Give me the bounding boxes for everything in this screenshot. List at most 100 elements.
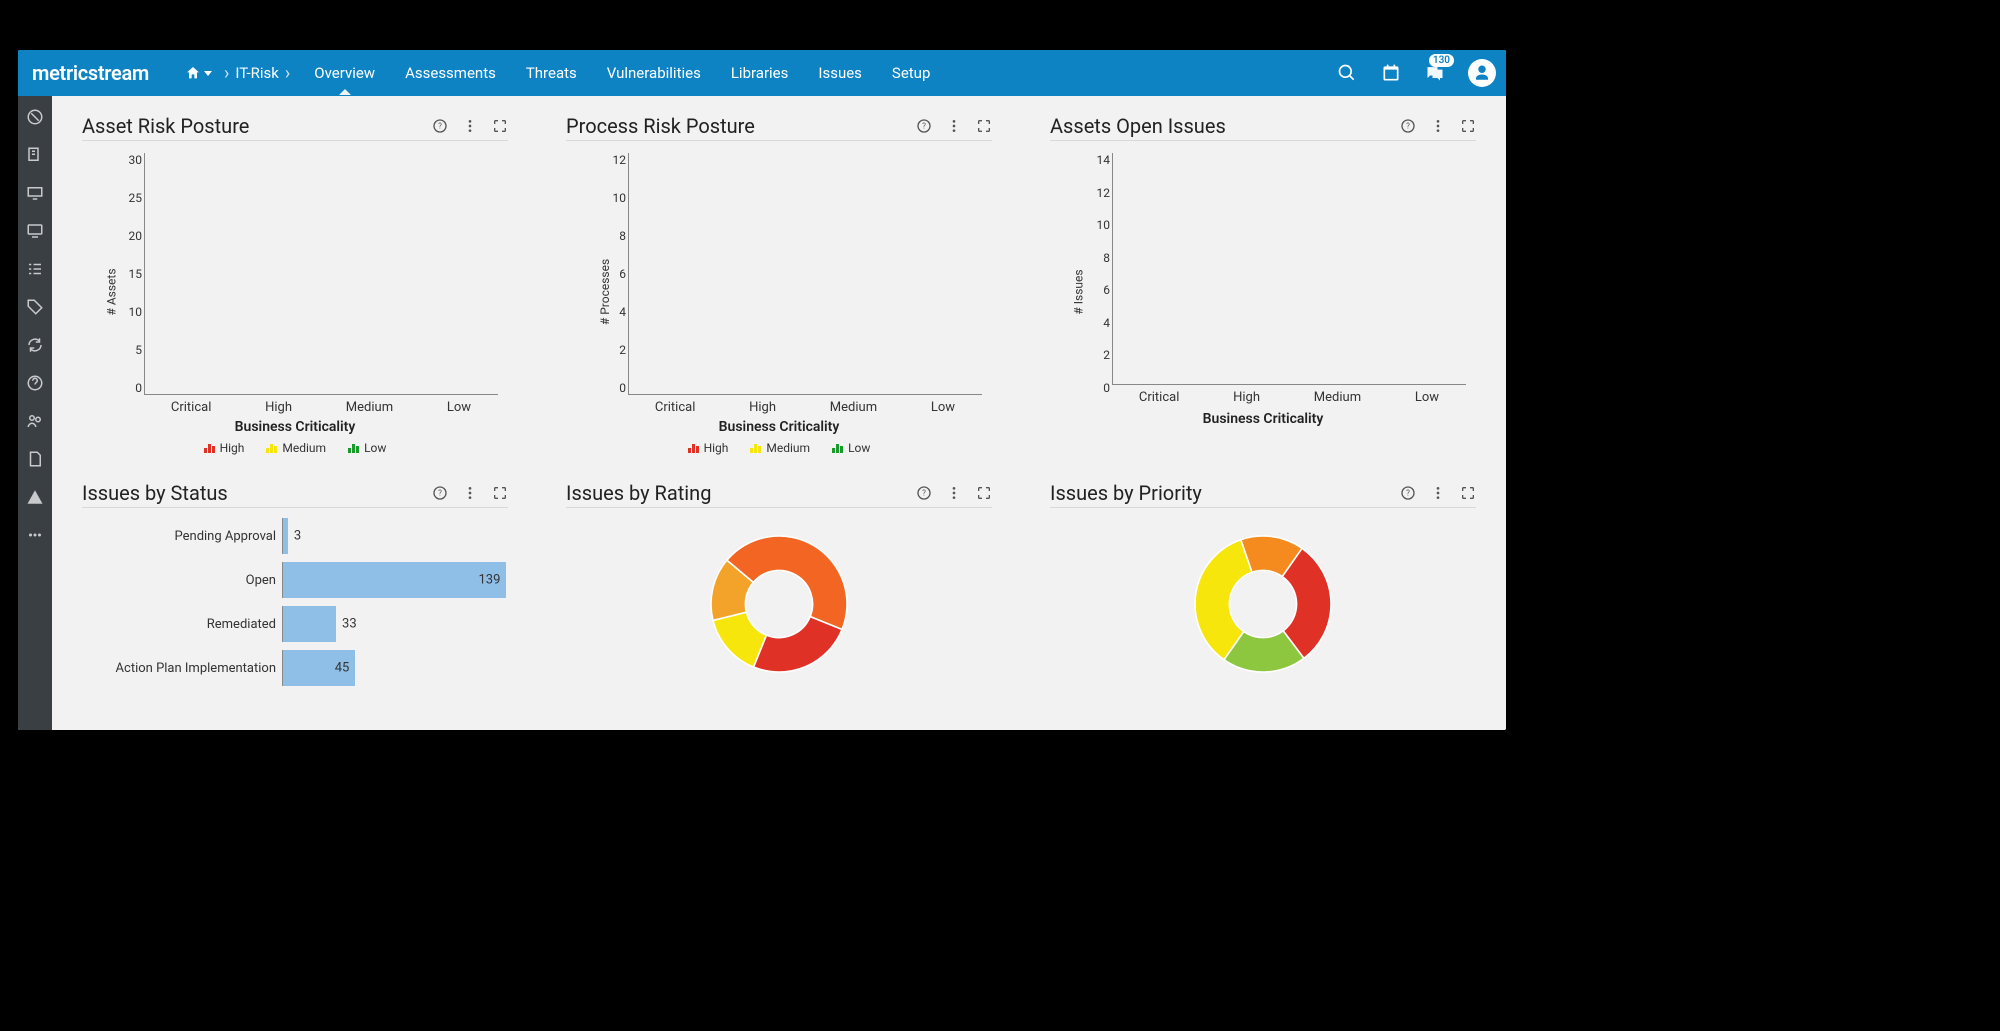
x-axis-labels: CriticalHighMediumLow [628, 400, 982, 415]
expand-icon[interactable] [492, 118, 508, 134]
expand-icon[interactable] [492, 485, 508, 501]
x-axis-labels: CriticalHighMediumLow [1112, 390, 1466, 405]
nav-libraries[interactable]: Libraries [729, 52, 791, 94]
breadcrumb-item[interactable]: IT-Risk [235, 64, 279, 82]
legend-item[interactable]: Medium [266, 441, 326, 455]
expand-icon[interactable] [1460, 485, 1476, 501]
legend-item[interactable]: High [688, 441, 729, 455]
svg-text:?: ? [922, 489, 926, 498]
svg-text:?: ? [1406, 122, 1410, 131]
more-icon[interactable] [462, 118, 478, 134]
nav-vulnerabilities[interactable]: Vulnerabilities [605, 52, 703, 94]
more-icon[interactable] [462, 485, 478, 501]
hbar-row[interactable]: Action Plan Implementation45 [82, 646, 508, 690]
legend-item[interactable]: Low [348, 441, 386, 455]
card-title: Process Risk Posture [566, 114, 755, 138]
main-content: Asset Risk Posture ? # Assets30252015105… [52, 96, 1506, 730]
sidebar [18, 96, 52, 730]
hbar-row[interactable]: Pending Approval3 [82, 514, 508, 558]
sidebar-item-help[interactable] [26, 374, 44, 392]
card-assets-open-issues: Assets Open Issues ? # Issues14121086420… [1030, 96, 1496, 463]
sidebar-item-reports[interactable] [26, 146, 44, 164]
chart-assets-open: # Issues14121086420CriticalHighMediumLow… [1050, 147, 1476, 437]
search-icon [1337, 63, 1357, 83]
legend-item[interactable]: Medium [750, 441, 810, 455]
x-axis-title: Business Criticality [82, 419, 508, 435]
help-icon[interactable]: ? [1400, 118, 1416, 134]
help-icon[interactable]: ? [1400, 485, 1416, 501]
chart-asset-risk: # Assets302520151050CriticalHighMediumLo… [82, 147, 508, 437]
hbar-label: Pending Approval [82, 529, 282, 544]
caret-down-icon [204, 71, 212, 76]
donut-slice-critical[interactable] [754, 617, 843, 672]
nav-overview[interactable]: Overview [312, 52, 377, 94]
legend-item[interactable]: Low [832, 441, 870, 455]
home-icon [185, 65, 201, 81]
sidebar-item-refresh[interactable] [26, 336, 44, 354]
notifications-button[interactable]: 130 [1424, 62, 1446, 84]
hbar-row[interactable]: Open139 [82, 558, 508, 602]
card-issues-by-priority: Issues by Priority ? [1030, 463, 1496, 702]
legend-item[interactable]: High [204, 441, 245, 455]
chevron-right-icon: › [224, 63, 229, 84]
more-icon[interactable] [1430, 118, 1446, 134]
calendar-button[interactable] [1380, 62, 1402, 84]
breadcrumb: › IT-Risk › [179, 63, 294, 84]
more-icon[interactable] [1430, 485, 1446, 501]
notification-badge: 130 [1429, 54, 1454, 67]
chart-issues-priority [1050, 514, 1476, 684]
sidebar-item-more[interactable] [26, 526, 44, 544]
sidebar-item-monitor[interactable] [26, 184, 44, 202]
sidebar-item-document[interactable] [26, 450, 44, 468]
card-title: Asset Risk Posture [82, 114, 249, 138]
brand-logo: metricstream [32, 61, 149, 85]
nav-threats[interactable]: Threats [524, 52, 579, 94]
sidebar-item-users[interactable] [26, 412, 44, 430]
home-button[interactable] [179, 65, 218, 81]
svg-text:?: ? [922, 122, 926, 131]
svg-text:?: ? [438, 122, 442, 131]
x-axis-title: Business Criticality [566, 419, 992, 435]
top-nav: Overview Assessments Threats Vulnerabilitie… [312, 52, 932, 94]
chart-legend: High Medium Low [566, 441, 992, 455]
y-axis-ticks: 121086420 [596, 153, 626, 395]
expand-icon[interactable] [976, 485, 992, 501]
topbar: metricstream › IT-Risk › Overview Assessm… [18, 50, 1506, 96]
chart-issues-status: Pending Approval3Open139 Remediated 33 Acti… [82, 514, 508, 694]
hbar-value: 33 [342, 617, 357, 632]
user-avatar[interactable] [1468, 59, 1496, 87]
help-icon[interactable]: ? [432, 118, 448, 134]
help-icon[interactable]: ? [916, 118, 932, 134]
chart-issues-rating [566, 514, 992, 684]
expand-icon[interactable] [976, 118, 992, 134]
card-actions: ? [432, 118, 508, 134]
sidebar-item-dashboard[interactable] [26, 108, 44, 126]
svg-text:?: ? [1406, 489, 1410, 498]
x-axis-title: Business Criticality [1050, 411, 1476, 427]
hbar-label: Remediated [82, 617, 282, 632]
sidebar-item-desktop[interactable] [26, 222, 44, 240]
y-axis-ticks: 14121086420 [1080, 153, 1110, 395]
card-title: Issues by Priority [1050, 481, 1202, 505]
card-issues-by-rating: Issues by Rating ? [546, 463, 1012, 702]
sidebar-item-tag[interactable] [26, 298, 44, 316]
plot-area [1112, 153, 1466, 385]
expand-icon[interactable] [1460, 118, 1476, 134]
nav-setup[interactable]: Setup [890, 52, 932, 94]
user-icon [1473, 64, 1491, 82]
card-issues-by-status: Issues by Status ? Pending Approval3Open… [62, 463, 528, 702]
card-title: Issues by Status [82, 481, 228, 505]
app-window: metricstream › IT-Risk › Overview Assessm… [18, 50, 1506, 730]
search-button[interactable] [1336, 62, 1358, 84]
more-icon[interactable] [946, 485, 962, 501]
nav-issues[interactable]: Issues [816, 52, 864, 94]
more-icon[interactable] [946, 118, 962, 134]
help-icon[interactable]: ? [916, 485, 932, 501]
help-icon[interactable]: ? [432, 485, 448, 501]
nav-assessments[interactable]: Assessments [403, 52, 498, 94]
calendar-icon [1381, 63, 1401, 83]
sidebar-item-tasks[interactable] [26, 260, 44, 278]
chevron-right-icon: › [285, 63, 290, 84]
sidebar-item-alert[interactable] [26, 488, 44, 506]
hbar-row[interactable]: Remediated 33 [82, 602, 508, 646]
